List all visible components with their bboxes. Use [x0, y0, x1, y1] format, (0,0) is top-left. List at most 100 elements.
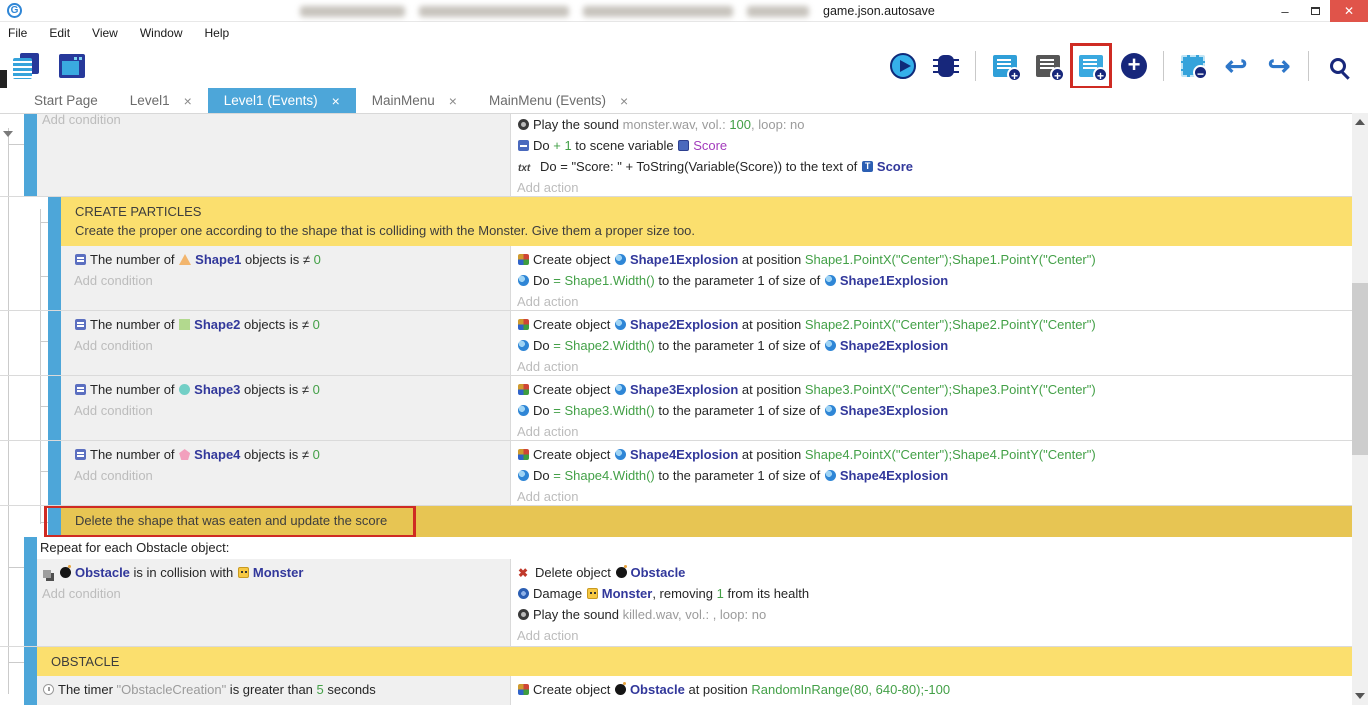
tab-close-icon[interactable]: ×	[620, 93, 628, 109]
scrollbar[interactable]	[1352, 113, 1368, 705]
variable-icon	[518, 140, 529, 151]
comment-block[interactable]: Delete the shape that was eaten and upda…	[0, 506, 1352, 537]
redo-button[interactable]	[1261, 46, 1297, 86]
scene-editor-button[interactable]	[54, 46, 90, 86]
text-segment: to the parameter 1 of size of	[655, 338, 824, 353]
actions-cell[interactable]: Create object Shape2Explosion at positio…	[511, 311, 1352, 375]
tab-close-icon[interactable]: ×	[184, 93, 192, 109]
collapsed-panel-edge[interactable]	[0, 70, 7, 88]
undo-button[interactable]	[1218, 46, 1254, 86]
conditions-cell[interactable]: The number of Shape2 objects is ≠ 0Add c…	[61, 311, 511, 375]
add-action-button[interactable]: Add action	[517, 294, 578, 309]
text-segment: Obstacle	[631, 565, 686, 580]
menu-help[interactable]: Help	[205, 26, 230, 40]
foreach-event[interactable]: Repeat for each Obstacle object:Obstacle…	[0, 537, 1352, 647]
event-highlight-bar	[24, 537, 37, 646]
tab-mainmenu-events-[interactable]: MainMenu (Events)×	[473, 88, 644, 113]
particle-icon	[825, 405, 836, 416]
actions-cell[interactable]: Play the sound monster.wav, vol.: 100, l…	[511, 114, 1352, 196]
add-comment-button[interactable]: +	[1073, 46, 1109, 86]
text-segment: seconds	[324, 682, 376, 697]
project-manager-button[interactable]	[8, 46, 44, 86]
scroll-down-icon[interactable]	[1355, 693, 1365, 699]
comment-block[interactable]: OBSTACLE	[0, 647, 1352, 676]
conditions-cell[interactable]: Obstacle is in collision with MonsterAdd…	[37, 559, 511, 646]
actions-cell[interactable]: Create object Obstacle at position Rando…	[511, 676, 1352, 705]
scroll-up-icon[interactable]	[1355, 119, 1365, 125]
maximize-button[interactable]	[1300, 0, 1330, 22]
add-action-button[interactable]: Add action	[517, 424, 578, 439]
tab-mainmenu[interactable]: MainMenu×	[356, 88, 473, 113]
add-condition-button[interactable]: Add condition	[42, 586, 121, 601]
text-icon	[518, 156, 536, 167]
minimize-button[interactable]: –	[1270, 0, 1300, 22]
redo-icon	[1268, 53, 1291, 80]
text-segment: Shape1Explosion	[630, 252, 738, 267]
conditions-cell[interactable]: Add condition	[37, 114, 511, 196]
delete-event-button[interactable]: −	[1175, 46, 1211, 86]
add-event-button[interactable]: +	[987, 46, 1023, 86]
add-action-button[interactable]: Add action	[517, 489, 578, 504]
tab-level1[interactable]: Level1×	[114, 88, 208, 113]
text-segment: = Shape4.Width()	[553, 468, 655, 483]
actions-cell[interactable]: Create object Shape4Explosion at positio…	[511, 441, 1352, 505]
text-segment: Delete object	[535, 565, 615, 580]
event-block[interactable]: The number of Shape1 objects is ≠ 0Add c…	[0, 246, 1352, 311]
event-block[interactable]: The number of Shape3 objects is ≠ 0Add c…	[0, 376, 1352, 441]
actions-cell[interactable]: Create object Shape1Explosion at positio…	[511, 246, 1352, 310]
add-action-button[interactable]: Add action	[517, 180, 578, 195]
text-segment: 100	[729, 117, 751, 132]
particle-icon	[518, 405, 529, 416]
add-condition-button[interactable]: Add condition	[74, 403, 153, 418]
add-more-button[interactable]	[1116, 46, 1152, 86]
actions-cell[interactable]: Create object Shape3Explosion at positio…	[511, 376, 1352, 440]
damage-icon	[518, 588, 529, 599]
conditions-cell[interactable]: The number of Shape1 objects is ≠ 0Add c…	[61, 246, 511, 310]
tab-close-icon[interactable]: ×	[449, 93, 457, 109]
menu-edit[interactable]: Edit	[49, 26, 70, 40]
menu-view[interactable]: View	[92, 26, 118, 40]
add-condition-button[interactable]: Add condition	[74, 468, 153, 483]
event-block[interactable]: Add condition Play the sound monster.wav,…	[0, 114, 1352, 197]
shape1-icon	[179, 254, 191, 265]
tab-level1-events-[interactable]: Level1 (Events)×	[208, 88, 356, 113]
add-condition-button[interactable]: Add condition	[42, 114, 121, 127]
comment-box[interactable]: Delete the shape that was eaten and upda…	[61, 506, 1352, 537]
menu-window[interactable]: Window	[140, 26, 183, 40]
preview-button[interactable]	[885, 46, 921, 86]
text-segment: to scene variable	[572, 138, 678, 153]
text-segment: = Shape3.Width()	[553, 403, 655, 418]
event-block[interactable]: The timer "ObstacleCreation" is greater …	[0, 676, 1352, 705]
tab-close-icon[interactable]: ×	[332, 93, 340, 109]
event-block[interactable]: The number of Shape2 objects is ≠ 0Add c…	[0, 311, 1352, 376]
add-condition-button[interactable]: Add condition	[74, 273, 153, 288]
text-segment: Obstacle	[75, 565, 130, 580]
add-action-button[interactable]: Add action	[517, 628, 578, 643]
event-block[interactable]: The number of Shape4 objects is ≠ 0Add c…	[0, 441, 1352, 506]
add-action-button[interactable]: Add action	[517, 359, 578, 374]
toolbar-right: +++−	[885, 46, 1360, 86]
text-segment: is greater than	[226, 682, 316, 697]
actions-cell[interactable]: Delete object ObstacleDamage Monster, re…	[511, 559, 1352, 646]
search-button[interactable]	[1320, 46, 1356, 86]
conditions-cell[interactable]: The timer "ObstacleCreation" is greater …	[37, 676, 511, 705]
comment-block[interactable]: CREATE PARTICLESCreate the proper one ac…	[0, 197, 1352, 246]
comment-box[interactable]: OBSTACLE	[37, 647, 1352, 676]
close-button[interactable]: ✕	[1330, 0, 1368, 22]
conditions-cell[interactable]: The number of Shape3 objects is ≠ 0Add c…	[61, 376, 511, 440]
text-segment: Create object	[533, 317, 614, 332]
conditions-cell[interactable]: The number of Shape4 objects is ≠ 0Add c…	[61, 441, 511, 505]
create-icon	[518, 384, 529, 395]
tab-start-page[interactable]: Start Page	[18, 88, 114, 113]
text-segment: Shape4Explosion	[630, 447, 738, 462]
search-icon	[1330, 58, 1346, 74]
add-comment-icon: +	[1079, 55, 1103, 77]
text-segment: Score	[693, 138, 727, 153]
scrollbar-thumb[interactable]	[1352, 283, 1368, 455]
menu-file[interactable]: File	[8, 26, 27, 40]
comment-box[interactable]: CREATE PARTICLESCreate the proper one ac…	[61, 197, 1352, 246]
add-subevent-button[interactable]: +	[1030, 46, 1066, 86]
create-icon	[518, 254, 529, 265]
add-condition-button[interactable]: Add condition	[74, 338, 153, 353]
debug-button[interactable]	[928, 46, 964, 86]
